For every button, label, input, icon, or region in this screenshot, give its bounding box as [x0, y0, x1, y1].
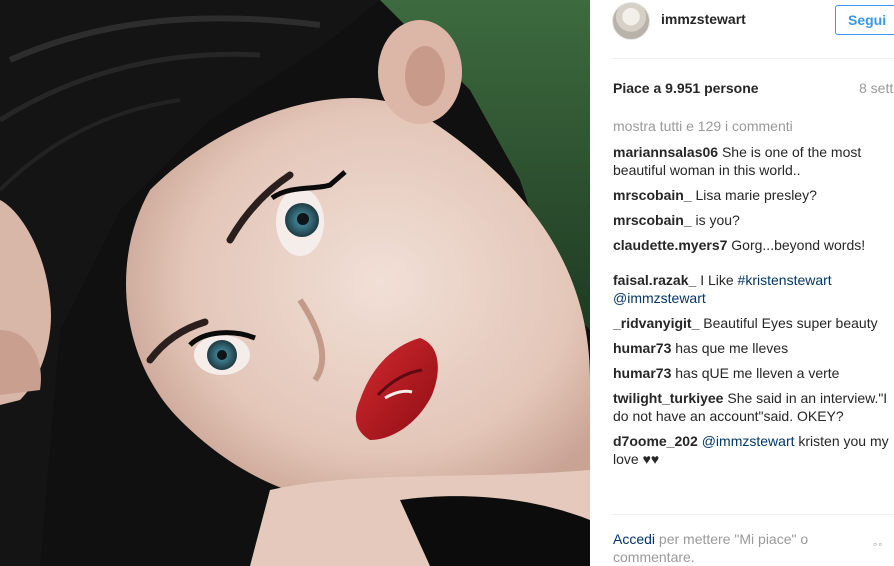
mention-link[interactable]: @immzstewart	[613, 290, 706, 306]
comment-item: humar73 has que me lleves	[613, 339, 889, 357]
comment-text: Gorg...beyond words!	[731, 237, 866, 253]
comment-item: twilight_turkiyee She said in an intervi…	[613, 389, 889, 425]
comment-item: humar73 has qUE me lleven a verte	[613, 364, 889, 382]
comment-username[interactable]: mariannsalas06	[613, 144, 718, 160]
comment-text: has que me lleves	[675, 340, 789, 356]
comments-list: mariannsalas06 She is one of the most be…	[613, 143, 889, 475]
mention-link[interactable]: @immzstewart	[702, 433, 795, 449]
comment-username[interactable]: claudette.myers7	[613, 237, 727, 253]
post-photo[interactable]	[0, 0, 590, 566]
comment-username[interactable]: d7oome_202	[613, 433, 698, 449]
header-divider	[612, 58, 894, 59]
comment-username[interactable]: _ridvanyigit_	[613, 315, 699, 331]
likes-count[interactable]: Piace a 9.951 persone	[613, 80, 759, 96]
comment-username[interactable]: mrscobain_	[613, 187, 692, 203]
comment-username[interactable]: mrscobain_	[613, 212, 692, 228]
comment-item: mrscobain_ is you?	[613, 211, 889, 229]
comment-text: is you?	[695, 212, 740, 228]
follow-button[interactable]: Segui	[835, 5, 894, 35]
post-header: immzstewart Segui	[590, 0, 894, 58]
comment-text: I Like	[700, 272, 734, 288]
comment-item: mariannsalas06 She is one of the most be…	[613, 143, 889, 179]
footer-divider	[612, 514, 894, 515]
comment-username[interactable]: humar73	[613, 340, 671, 356]
comment-username[interactable]: twilight_turkiyee	[613, 390, 723, 406]
comment-username[interactable]: humar73	[613, 365, 671, 381]
login-link[interactable]: Accedi	[613, 531, 655, 547]
comment-item: claudette.myers7 Gorg...beyond words!	[613, 236, 889, 254]
post-date[interactable]: 8 sett	[859, 80, 893, 96]
hashtag-link[interactable]: #kristenstewart	[738, 272, 832, 288]
comment-text: has qUE me lleven a verte	[675, 365, 840, 381]
comment-item: _ridvanyigit_ Beautiful Eyes super beaut…	[613, 314, 889, 332]
portrait-image	[0, 0, 590, 566]
comment-item: mrscobain_ Lisa marie presley?	[613, 186, 889, 204]
post-username[interactable]: immzstewart	[661, 11, 746, 27]
more-options-icon[interactable]: ◦◦	[873, 537, 884, 551]
login-prompt: Accedi per mettere "Mi piace" o commenta…	[613, 530, 863, 566]
avatar[interactable]	[612, 2, 650, 40]
post-side-panel: immzstewart Segui Piace a 9.951 persone …	[590, 0, 894, 566]
comment-item: d7oome_202 @immzstewart kristen you my l…	[613, 432, 889, 468]
comment-username[interactable]: faisal.razak_	[613, 272, 696, 288]
comment-text: Beautiful Eyes super beauty	[703, 315, 878, 331]
comment-text: Lisa marie presley?	[695, 187, 817, 203]
comment-item: faisal.razak_ I Like #kristenstewart @im…	[613, 271, 889, 307]
show-all-comments-link[interactable]: mostra tutti e 129 i commenti	[613, 118, 793, 134]
